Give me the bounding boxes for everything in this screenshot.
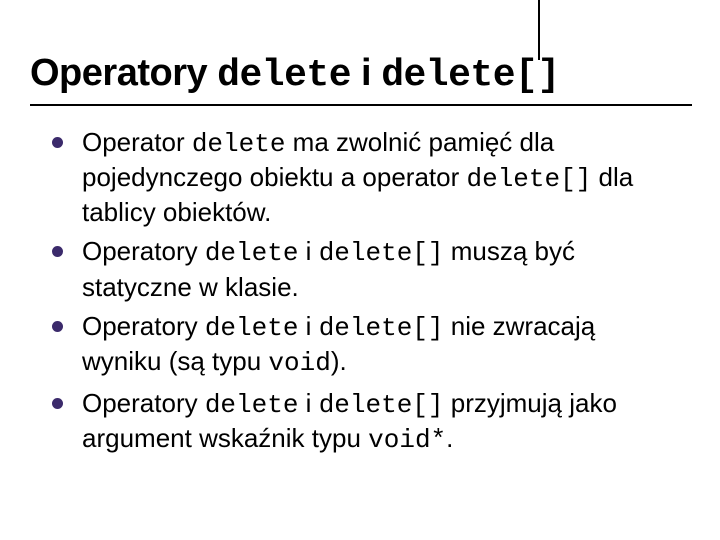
text: Operator [82,127,192,157]
code: delete [192,129,286,159]
text: i [298,236,318,266]
title-code-2: delete[] [381,54,559,97]
slide: Operatory delete i delete[] Operator del… [0,0,720,540]
slide-title: Operatory delete i delete[] [30,52,690,98]
list-item: Operatory delete i delete[] przyjmują ja… [52,387,680,458]
code: delete[] [319,313,444,343]
code: delete [205,238,299,268]
title-underline [30,104,692,106]
list-item: Operatory delete i delete[] nie zwracają… [52,310,680,381]
code: delete[] [319,390,444,420]
code: void* [368,425,446,455]
list-item: Operatory delete i delete[] muszą być st… [52,235,680,304]
text: i [298,311,318,341]
bullet-list: Operator delete ma zwolnić pamięć dla po… [30,126,690,457]
placeholder-rule [538,0,540,60]
code: delete [205,313,299,343]
code: delete[] [467,164,592,194]
title-text-2: i [351,52,381,94]
code: delete [205,390,299,420]
code: void [268,348,330,378]
text: . [446,423,453,453]
text: Operatory [82,236,205,266]
text: Operatory [82,388,205,418]
text: Operatory [82,311,205,341]
title-text-1: Operatory [30,52,217,94]
title-code-1: delete [217,54,351,97]
text: i [298,388,318,418]
code: delete[] [319,238,444,268]
text: ). [331,346,347,376]
list-item: Operator delete ma zwolnić pamięć dla po… [52,126,680,230]
